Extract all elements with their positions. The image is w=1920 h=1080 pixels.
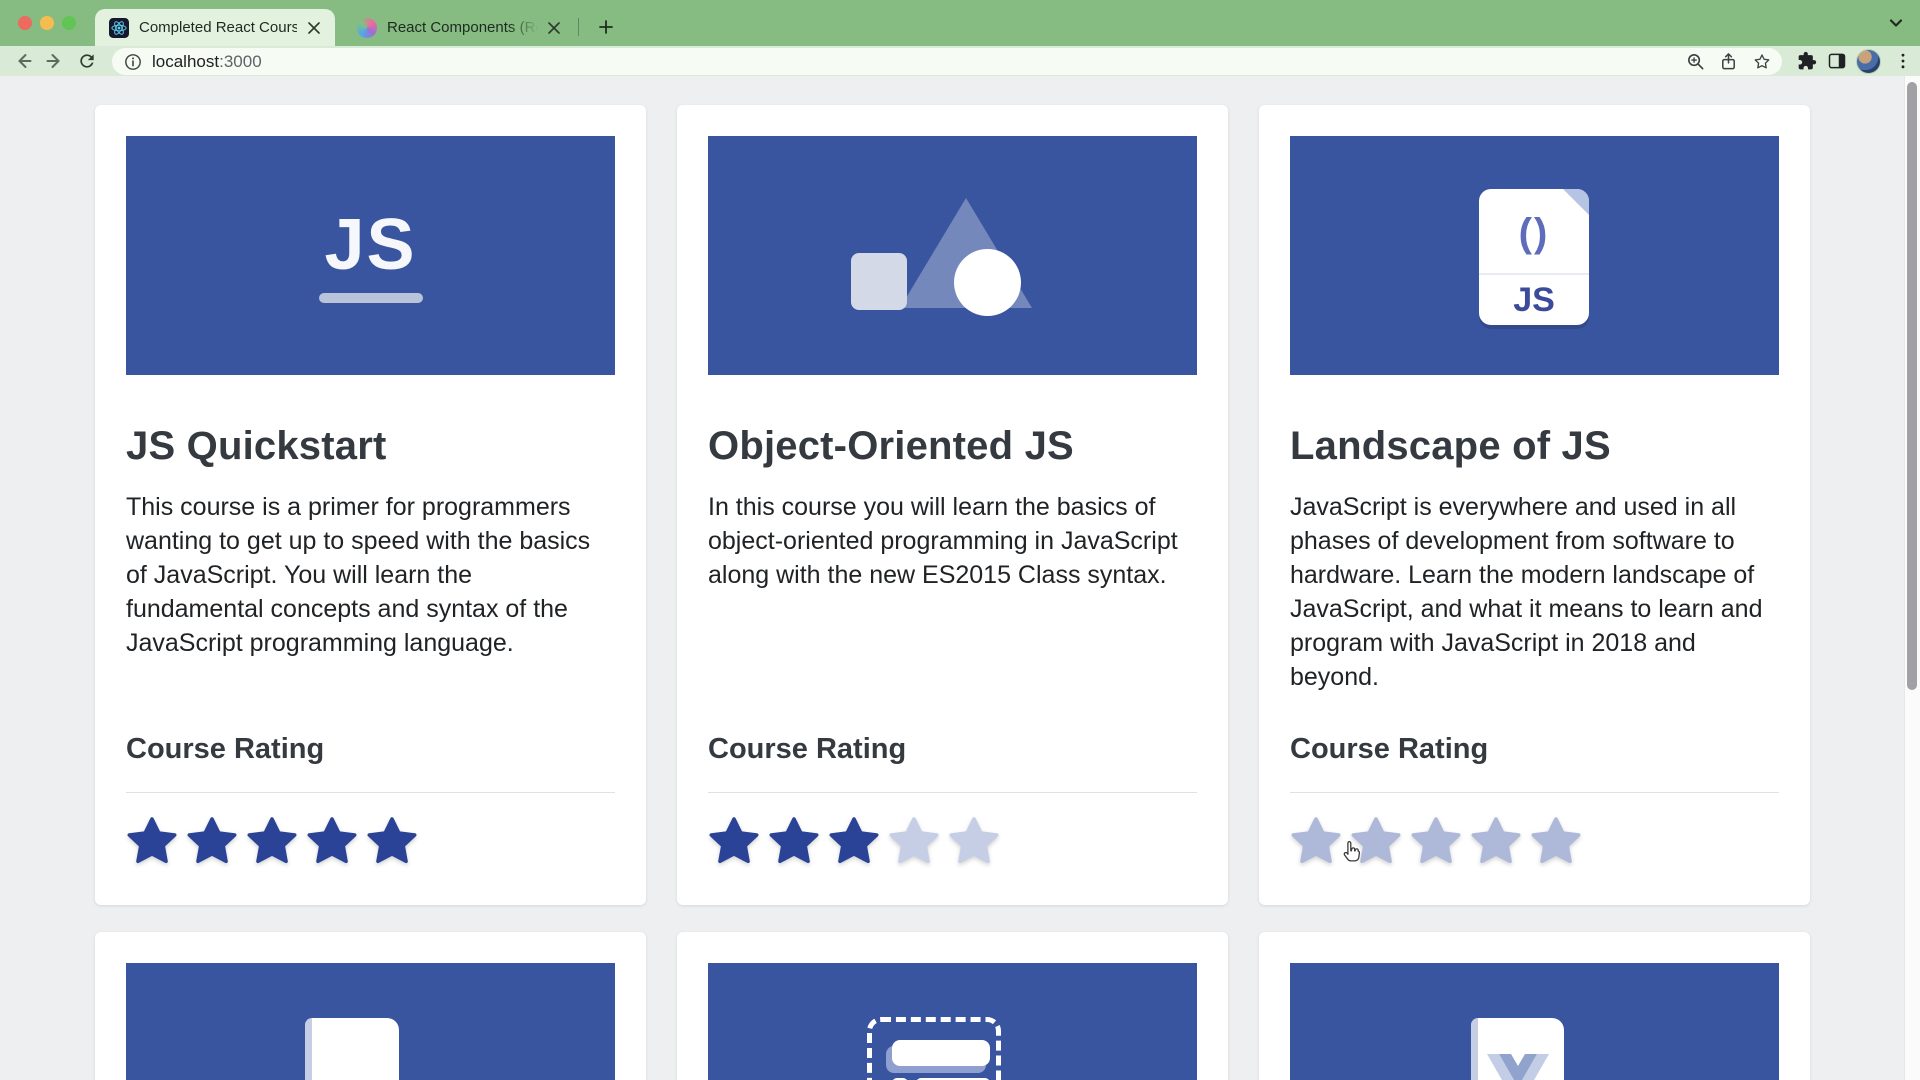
rating-heading: Course Rating bbox=[126, 733, 615, 766]
tab-title: Completed React Course App bbox=[139, 19, 297, 36]
star-icon[interactable] bbox=[888, 815, 940, 867]
square-shape bbox=[851, 253, 907, 310]
course-banner-dashed-box bbox=[708, 963, 1197, 1080]
circle-shape bbox=[954, 249, 1021, 316]
share-icon[interactable] bbox=[1719, 52, 1738, 71]
bookmark-star-icon[interactable] bbox=[1752, 52, 1772, 72]
triangle-shape bbox=[708, 136, 1197, 375]
side-panel-icon[interactable] bbox=[1824, 48, 1850, 74]
browser-window: Completed React Course App React Compone… bbox=[0, 0, 1920, 1080]
star-icon[interactable] bbox=[708, 815, 760, 867]
profile-avatar[interactable] bbox=[1856, 49, 1881, 74]
macos-maximize-button[interactable] bbox=[62, 16, 76, 30]
course-banner-js-logo: JS bbox=[126, 136, 615, 375]
course-rating-section: Course Rating bbox=[708, 733, 1197, 867]
js-file-icon: () JS bbox=[1479, 189, 1589, 325]
browser-menu-dots-icon[interactable] bbox=[1890, 48, 1916, 74]
dashed-box-graphic bbox=[867, 1017, 1001, 1080]
course-card-landscape-of-js: () JS Landscape of JS JavaScript is ever… bbox=[1259, 105, 1810, 905]
scrollbar-track[interactable] bbox=[1904, 76, 1920, 1080]
course-card-partial-vue bbox=[1259, 932, 1810, 1080]
course-banner-shapes bbox=[708, 136, 1197, 375]
file-js-text: JS bbox=[1479, 281, 1589, 320]
vue-v-icon bbox=[1487, 1054, 1549, 1080]
star-icon[interactable] bbox=[126, 815, 178, 867]
star-icon[interactable] bbox=[1290, 815, 1342, 867]
macos-minimize-button[interactable] bbox=[40, 16, 54, 30]
file-divider bbox=[1479, 273, 1589, 275]
tab-title: React Components (Refresh 2 bbox=[387, 19, 538, 36]
tab-close-icon[interactable] bbox=[548, 19, 561, 37]
rating-divider bbox=[708, 792, 1197, 793]
course-description: This course is a primer for programmers … bbox=[126, 490, 615, 660]
forward-button[interactable] bbox=[42, 48, 68, 74]
course-description: In this course you will learn the basics… bbox=[708, 490, 1197, 592]
star-rating-widget bbox=[1290, 815, 1779, 867]
star-icon[interactable] bbox=[768, 815, 820, 867]
new-tab-button[interactable] bbox=[592, 13, 620, 41]
course-card-js-quickstart: JS JS Quickstart This course is a primer… bbox=[95, 105, 646, 905]
file-parens-text: () bbox=[1479, 211, 1589, 256]
extensions-puzzle-icon[interactable] bbox=[1794, 48, 1820, 74]
page-viewport: JS JS Quickstart This course is a primer… bbox=[0, 76, 1920, 1080]
star-icon[interactable] bbox=[1350, 815, 1402, 867]
address-bar[interactable]: localhost:3000 bbox=[112, 48, 1782, 75]
star-rating-widget bbox=[708, 815, 1197, 867]
sandbox-favicon-icon bbox=[357, 18, 377, 38]
star-icon[interactable] bbox=[948, 815, 1000, 867]
book-spine bbox=[305, 1018, 312, 1080]
pill-main bbox=[892, 1040, 990, 1066]
rating-heading: Course Rating bbox=[708, 733, 1197, 766]
course-rating-section: Course Rating bbox=[126, 733, 615, 867]
book-spine bbox=[1471, 1018, 1478, 1080]
tab-strip: Completed React Course App React Compone… bbox=[0, 0, 1920, 46]
nodejs-book-graphic: node.js bbox=[305, 1018, 399, 1080]
course-rating-section: Course Rating bbox=[1290, 733, 1779, 867]
tab-search-chevron-icon[interactable] bbox=[1886, 13, 1906, 33]
course-card-partial-dashed bbox=[677, 932, 1228, 1080]
course-banner-js-file: () JS bbox=[1290, 136, 1779, 375]
url-text: localhost:3000 bbox=[152, 52, 262, 72]
star-icon[interactable] bbox=[1530, 815, 1582, 867]
tab-divider bbox=[578, 18, 579, 36]
star-icon[interactable] bbox=[828, 815, 880, 867]
react-favicon-icon bbox=[109, 18, 129, 38]
course-card-object-oriented-js: Object-Oriented JS In this course you wi… bbox=[677, 105, 1228, 905]
reload-button[interactable] bbox=[74, 48, 100, 74]
vue-book-graphic bbox=[1471, 1018, 1564, 1080]
rating-divider bbox=[1290, 792, 1779, 793]
back-button[interactable] bbox=[10, 48, 36, 74]
rating-divider bbox=[126, 792, 615, 793]
course-title: JS Quickstart bbox=[126, 424, 615, 469]
rating-heading: Course Rating bbox=[1290, 733, 1779, 766]
course-banner-nodejs: node.js bbox=[126, 963, 615, 1080]
star-icon[interactable] bbox=[366, 815, 418, 867]
star-icon[interactable] bbox=[1410, 815, 1462, 867]
star-icon[interactable] bbox=[306, 815, 358, 867]
js-logo-underline bbox=[319, 293, 423, 303]
course-description: JavaScript is everywhere and used in all… bbox=[1290, 490, 1779, 694]
course-banner-vue bbox=[1290, 963, 1779, 1080]
plus-icon bbox=[598, 19, 614, 35]
macos-close-button[interactable] bbox=[18, 16, 32, 30]
tab-completed-react-course-app[interactable]: Completed React Course App bbox=[95, 9, 335, 46]
tab-react-components[interactable]: React Components (Refresh 2 bbox=[343, 9, 575, 46]
star-icon[interactable] bbox=[246, 815, 298, 867]
zoom-icon[interactable] bbox=[1686, 52, 1705, 71]
js-logo-text: JS bbox=[324, 209, 416, 281]
star-icon[interactable] bbox=[1470, 815, 1522, 867]
course-card-grid: JS JS Quickstart This course is a primer… bbox=[95, 105, 1810, 1080]
star-rating-widget bbox=[126, 815, 615, 867]
star-icon[interactable] bbox=[186, 815, 238, 867]
course-card-partial-nodejs: node.js bbox=[95, 932, 646, 1080]
scrollbar-thumb[interactable] bbox=[1907, 82, 1917, 690]
course-title: Landscape of JS bbox=[1290, 424, 1779, 469]
site-info-icon[interactable] bbox=[124, 53, 142, 71]
course-title: Object-Oriented JS bbox=[708, 424, 1197, 469]
tab-close-icon[interactable] bbox=[307, 19, 321, 37]
